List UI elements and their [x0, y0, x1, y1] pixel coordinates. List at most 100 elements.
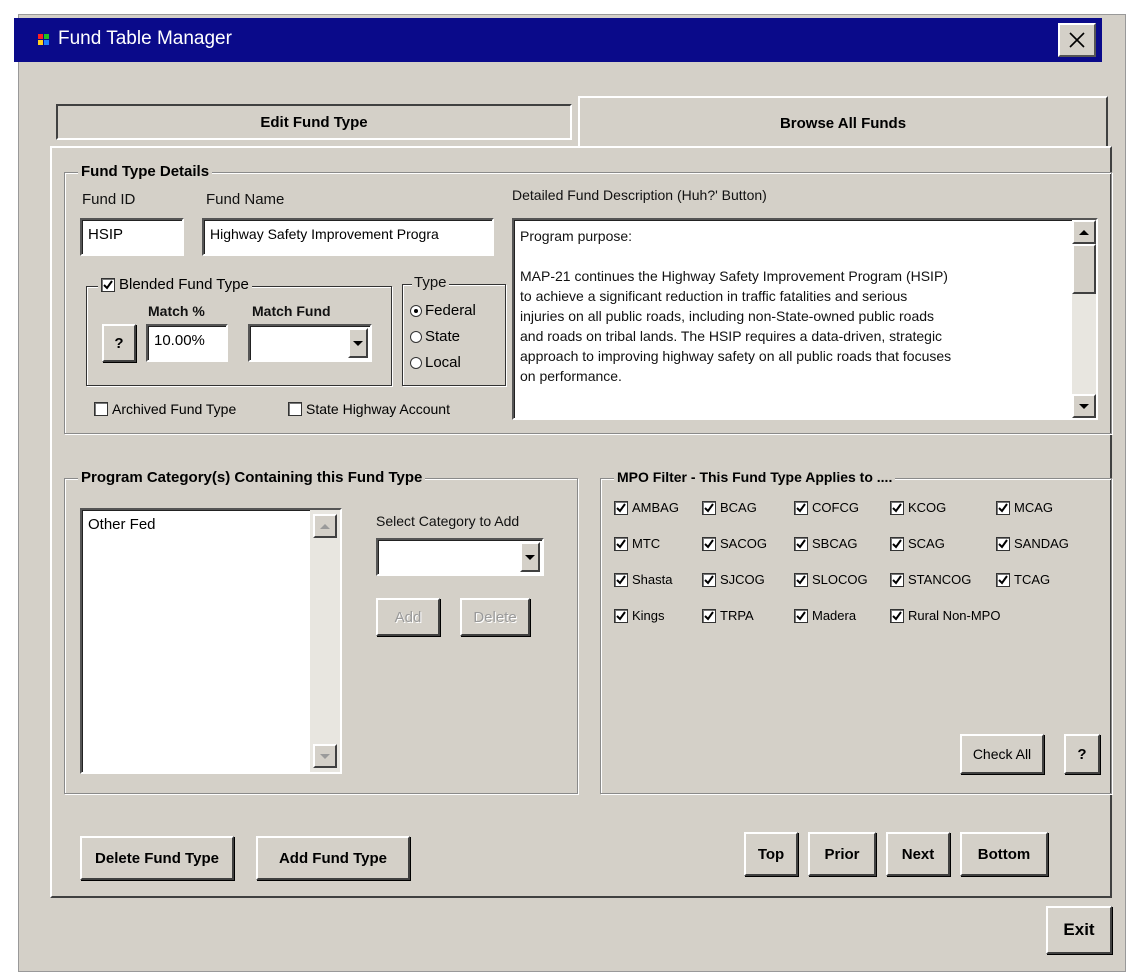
mpo-checkbox-mcag[interactable]: MCAG	[996, 500, 1053, 515]
match-pct-label: Match %	[148, 303, 205, 319]
checkbox-box	[614, 608, 628, 623]
top-label: Top	[757, 845, 785, 863]
checkbox-box	[702, 608, 716, 623]
type-radio-local[interactable]: Local	[410, 354, 461, 371]
match-pct-field[interactable]: 10.00%	[146, 324, 228, 362]
mpo-help-button[interactable]: ?	[1064, 734, 1100, 774]
description-line: Program purpose:	[520, 228, 633, 244]
checkbox-box	[890, 608, 904, 623]
mpo-checkbox-ambag[interactable]: AMBAG	[614, 500, 679, 515]
top-button[interactable]: Top	[744, 832, 798, 876]
fund-name-label: Fund Name	[206, 191, 285, 208]
chevron-down-icon	[525, 554, 535, 560]
mpo-checkbox-kcog[interactable]: KCOG	[890, 500, 946, 515]
next-button[interactable]: Next	[886, 832, 950, 876]
checkbox-box	[614, 500, 628, 515]
bottom-button[interactable]: Bottom	[960, 832, 1048, 876]
mpo-checkbox-sandag[interactable]: SANDAG	[996, 536, 1069, 551]
mpo-label: TRPA	[720, 608, 754, 623]
exit-button[interactable]: Exit	[1046, 906, 1112, 954]
blended-fund-type-checkbox[interactable]: Blended Fund Type	[98, 276, 252, 293]
scroll-thumb[interactable]	[1072, 244, 1096, 294]
check-all-button[interactable]: Check All	[960, 734, 1044, 774]
archived-fund-type-checkbox[interactable]: Archived Fund Type	[94, 401, 236, 417]
mpo-checkbox-shasta[interactable]: Shasta	[614, 572, 672, 587]
arrow-up-icon	[320, 523, 330, 529]
checkmark-icon	[616, 574, 626, 585]
add-category-button[interactable]: Add	[376, 598, 440, 636]
exit-label: Exit	[1063, 920, 1095, 939]
prior-button[interactable]: Prior	[808, 832, 876, 876]
checkmark-icon	[892, 538, 902, 549]
mpo-label: Rural Non-MPO	[908, 608, 1001, 623]
mpo-checkbox-cofcg[interactable]: COFCG	[794, 500, 859, 515]
description-line: MAP-21 continues the Highway Safety Impr…	[520, 268, 948, 284]
list-item[interactable]: Other Fed	[88, 516, 156, 533]
program-list-scrollbar[interactable]	[310, 510, 340, 772]
description-line: on performance.	[520, 368, 622, 384]
checkbox-box	[101, 277, 115, 292]
checkbox-box	[996, 500, 1010, 515]
mpo-checkbox-sacog[interactable]: SACOG	[702, 536, 767, 551]
checkmark-icon	[704, 574, 714, 585]
blended-help-button[interactable]: ?	[102, 324, 136, 362]
mpo-checkbox-rural-non-mpo[interactable]: Rural Non-MPO	[890, 608, 1000, 623]
delete-fund-type-label: Delete Fund Type	[95, 849, 219, 867]
checkbox-box	[996, 536, 1010, 551]
checkmark-icon	[704, 538, 714, 549]
type-radio-state[interactable]: State	[410, 328, 460, 345]
mpo-checkbox-madera[interactable]: Madera	[794, 608, 856, 623]
dropdown-button[interactable]	[520, 542, 540, 572]
mpo-checkbox-stancog[interactable]: STANCOG	[890, 572, 971, 587]
add-fund-type-label: Add Fund Type	[278, 849, 388, 867]
type-radio-federal[interactable]: Federal	[410, 302, 476, 319]
mpo-checkbox-trpa[interactable]: TRPA	[702, 608, 754, 623]
tab-browse-all-funds[interactable]: Browse All Funds	[578, 96, 1108, 148]
fund-name-field[interactable]: Highway Safety Improvement Progra	[202, 218, 494, 256]
state-highway-account-label: State Highway Account	[306, 401, 450, 417]
mpo-checkbox-bcag[interactable]: BCAG	[702, 500, 757, 515]
fund-description-textarea[interactable]: Program purpose: MAP-21 continues the Hi…	[512, 218, 1098, 420]
checkmark-icon	[998, 538, 1008, 549]
checkmark-icon	[796, 502, 806, 513]
checkbox-box	[794, 500, 808, 515]
add-fund-type-button[interactable]: Add Fund Type	[256, 836, 410, 880]
match-fund-dropdown[interactable]	[248, 324, 372, 362]
select-category-dropdown[interactable]	[376, 538, 544, 576]
mpo-checkbox-slocog[interactable]: SLOCOG	[794, 572, 868, 587]
checkbox-box	[288, 402, 302, 416]
delete-fund-type-button[interactable]: Delete Fund Type	[80, 836, 234, 880]
radio-dot	[410, 356, 422, 369]
checkbox-box	[702, 536, 716, 551]
arrow-down-icon	[320, 753, 330, 759]
scroll-down-button[interactable]	[1072, 394, 1096, 418]
state-highway-account-checkbox[interactable]: State Highway Account	[288, 401, 450, 417]
checkmark-icon	[616, 538, 626, 549]
fund-id-field[interactable]: HSIP	[80, 218, 184, 256]
mpo-checkbox-kings[interactable]: Kings	[614, 608, 665, 623]
scroll-up-button[interactable]	[1072, 220, 1096, 244]
dropdown-button[interactable]	[348, 328, 368, 358]
mpo-label: Shasta	[632, 572, 673, 587]
mpo-checkbox-mtc[interactable]: MTC	[614, 536, 660, 551]
mpo-checkbox-tcag[interactable]: TCAG	[996, 572, 1050, 587]
close-button[interactable]	[1058, 23, 1096, 57]
mpo-label: SJCOG	[720, 572, 765, 587]
tab-edit-fund-type[interactable]: Edit Fund Type	[56, 104, 572, 140]
mpo-label: COFCG	[812, 500, 859, 515]
program-category-list[interactable]: Other Fed	[80, 508, 342, 774]
mpo-label: MCAG	[1014, 500, 1053, 515]
mpo-checkbox-scag[interactable]: SCAG	[890, 536, 945, 551]
checkmark-icon	[796, 538, 806, 549]
scroll-down-button[interactable]	[313, 744, 337, 768]
delete-category-button[interactable]: Delete	[460, 598, 530, 636]
mpo-label: STANCOG	[908, 572, 972, 587]
radio-dot	[410, 330, 422, 343]
mpo-checkbox-sjcog[interactable]: SJCOG	[702, 572, 765, 587]
delete-button-label: Delete	[473, 608, 517, 626]
mpo-label: SLOCOG	[812, 572, 868, 587]
mpo-checkbox-sbcag[interactable]: SBCAG	[794, 536, 858, 551]
description-scrollbar[interactable]	[1072, 220, 1096, 418]
mpo-label: SACOG	[720, 536, 767, 551]
scroll-up-button[interactable]	[313, 514, 337, 538]
